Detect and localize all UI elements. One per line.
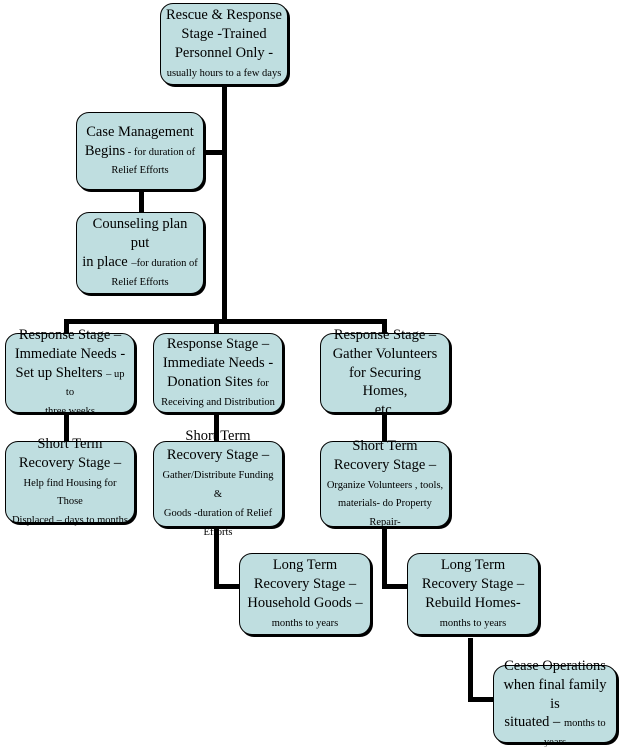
node-text-line: Organize Volunteers , tools, (326, 479, 444, 491)
node-text-line: materials- do Property (338, 498, 432, 510)
node-text-line: Recovery Stage – (333, 456, 437, 473)
node-text-line: Short Term (352, 437, 418, 454)
node-text-line: Immediate Needs - (162, 355, 274, 372)
node-short-term-recovery-funding[interactable]: Short Term Recovery Stage – Gather/Distr… (153, 428, 283, 538)
node-text-line: Recovery Stage – (421, 576, 525, 593)
node-text-line: Long Term (272, 557, 338, 574)
connector-property-to-long-term-rebuild-vertical (382, 525, 387, 589)
node-text-line: - for duration of (125, 146, 196, 158)
node-text-line: Recovery Stage – (166, 447, 270, 464)
node-text-line: –for duration of (131, 258, 198, 269)
node-short-term-recovery-property[interactable]: Short Term Recovery Stage – Organize Vol… (320, 437, 450, 529)
node-text-line: three weeks (45, 406, 95, 418)
node-response-stage-shelters[interactable]: Response Stage – Immediate Needs - Set u… (5, 327, 135, 417)
node-text-line: for (256, 378, 269, 389)
connector-trunk-main (222, 84, 227, 322)
node-text-line: Set up Shelters (15, 364, 107, 381)
node-short-term-recovery-housing[interactable]: Short Term Recovery Stage – Help find Ho… (5, 436, 135, 527)
node-text-line: Repair- (369, 517, 401, 529)
connector-trunk-to-case-management (204, 150, 224, 155)
node-text-line: when final family is (503, 676, 607, 712)
node-text-line: months to years (439, 617, 507, 629)
node-text-line: Gather/Distribute Funding & (162, 470, 274, 500)
node-text-line: Rebuild Homes- (425, 595, 521, 611)
node-text-line: months to years (271, 617, 339, 629)
flowchart-canvas: Rescue & Response Stage -Trained Personn… (0, 0, 621, 747)
node-text-line: Personnel Only - (174, 45, 274, 61)
node-text-line: Immediate Needs - (14, 345, 126, 362)
node-text-line: Counseling plan put (92, 216, 188, 252)
node-text-line: usually hours to a few days (166, 67, 282, 79)
connector-rebuild-to-cease-operations-vertical (468, 638, 473, 702)
node-cease-operations[interactable]: Cease Operations when final family is si… (493, 658, 617, 747)
node-text-line: Case Management (86, 123, 194, 140)
node-text-line: Rescue & Response (166, 7, 282, 24)
node-text-line: Relief Efforts (111, 165, 169, 177)
node-long-term-recovery-rebuild-homes[interactable]: Long Term Recovery Stage – Rebuild Homes… (407, 553, 539, 635)
connector-funding-to-long-term-goods-horizontal (214, 584, 242, 589)
connector-property-to-long-term-rebuild-horizontal (382, 584, 410, 589)
node-counseling-plan[interactable]: Counseling plan put in place –for durati… (76, 212, 204, 294)
node-text-line: Help find Housing for Those (23, 477, 117, 508)
node-text-line: Recovery Stage – (253, 576, 357, 593)
node-text-line: years (543, 737, 567, 747)
node-case-management-begins[interactable]: Case Management Begins - for duration of… (76, 112, 204, 190)
node-text-line: Efforts (203, 526, 233, 538)
node-text-line: for Securing Homes, (348, 364, 422, 400)
node-text-line: Recovery Stage – (18, 454, 122, 471)
node-response-stage-donation-sites[interactable]: Response Stage – Immediate Needs - Donat… (153, 333, 283, 413)
node-text-line: Goods -duration of Relief (163, 507, 273, 519)
connector-response-bus (64, 319, 387, 324)
connector-rebuild-to-cease-operations-horizontal (468, 697, 496, 702)
node-text-line: Displaced – days to months (11, 515, 129, 527)
node-text-line: Short Term (37, 435, 103, 452)
node-text-line: Response Stage – (166, 336, 270, 353)
node-text-line: Response Stage – (333, 326, 437, 343)
node-rescue-response-stage[interactable]: Rescue & Response Stage -Trained Personn… (160, 3, 288, 85)
node-text-line: Begins (84, 142, 126, 159)
connector-case-management-to-counseling (139, 189, 144, 213)
node-long-term-recovery-household-goods[interactable]: Long Term Recovery Stage – Household Goo… (239, 553, 371, 635)
node-text-line: in place (82, 254, 132, 270)
node-text-line: months to (563, 718, 606, 730)
node-text-line: Receiving and Distribution (161, 396, 275, 408)
node-text-line: situated – (504, 714, 564, 731)
node-text-line: Short Term (185, 428, 251, 445)
node-text-line: Cease Operations (504, 657, 606, 674)
node-text-line: etc. (374, 402, 396, 419)
node-text-line: Long Term (440, 557, 506, 574)
node-text-line: Household Goods – (247, 595, 363, 611)
node-response-stage-volunteers[interactable]: Response Stage – Gather Volunteers for S… (320, 327, 450, 418)
node-text-line: Stage -Trained (181, 26, 267, 43)
node-text-line: Gather Volunteers (332, 345, 438, 362)
node-text-line: Response Stage – (18, 326, 122, 343)
node-text-line: Relief Efforts (111, 276, 169, 288)
node-text-line: Donation Sites (167, 374, 257, 390)
